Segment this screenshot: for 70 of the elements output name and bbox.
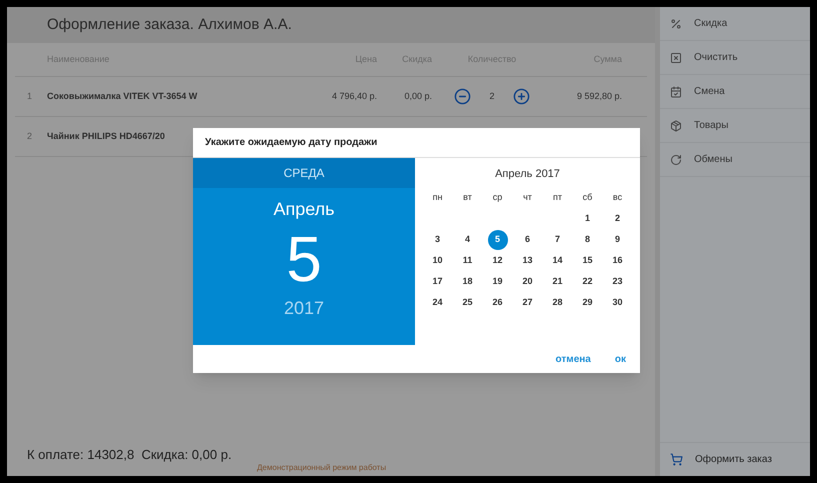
plus-icon [512, 88, 530, 105]
demo-mode-note: Демонстрационный режим работы [257, 462, 386, 474]
calendar-day[interactable]: 10 [428, 250, 448, 270]
weekday-header: чт [522, 191, 533, 204]
month-label: Апрель [273, 198, 335, 221]
sum-cell-text: 9 592,80 р. [576, 90, 622, 103]
calendar-day[interactable]: 28 [548, 292, 568, 312]
calendar-icon [670, 86, 682, 98]
percent-icon [670, 18, 682, 30]
calendar-day[interactable]: 13 [518, 250, 538, 270]
discount-cell-text: 0,00 р. [403, 90, 432, 103]
row-number: 1 [26, 90, 34, 103]
dialog-title: Укажите ожидаемую дату продажи [205, 136, 378, 150]
minus-icon [454, 88, 472, 105]
calendar-day[interactable]: 25 [458, 292, 478, 312]
calendar-day[interactable]: 21 [548, 272, 568, 292]
row-number: 2 [26, 130, 34, 143]
product-name: Чайник PHILIPS HD4667/20 [47, 130, 165, 141]
calendar-day[interactable]: 22 [578, 272, 598, 292]
sidebar-item[interactable]: Скидка [660, 7, 810, 41]
calendar-day[interactable]: 15 [578, 250, 598, 270]
weekday-header: пт [552, 191, 563, 204]
calendar-day[interactable]: 26 [488, 292, 508, 312]
calendar-day[interactable]: 9 [608, 230, 628, 250]
calendar-day[interactable]: 11 [458, 250, 478, 270]
checkout-button[interactable]: Оформить заказ [660, 442, 810, 476]
calendar-day[interactable]: 23 [608, 272, 628, 292]
product-name: Соковыжималка VITEK VT-3654 W [47, 90, 198, 101]
calendar-day[interactable]: 19 [488, 272, 508, 292]
calendar-day[interactable]: 7 [548, 230, 568, 250]
weekday-header: сб [582, 191, 594, 204]
calendar-day[interactable]: 1 [578, 208, 598, 228]
calendar-day[interactable]: 17 [428, 272, 448, 292]
calendar-day[interactable]: 2 [608, 208, 628, 228]
sidebar-item[interactable]: Обмены [660, 143, 810, 177]
close-box-icon [670, 52, 682, 64]
decrease-button[interactable] [454, 88, 472, 105]
calendar-month-title: Апрель 2017 [495, 167, 560, 182]
cart-icon [670, 453, 683, 466]
calendar-day[interactable]: 18 [458, 272, 478, 292]
weekday-header: вт [462, 191, 473, 204]
calendar-day[interactable]: 4 [458, 230, 478, 250]
price-cell-text: 4 796,40 р. [330, 90, 377, 103]
calendar-day[interactable]: 30 [608, 292, 628, 312]
calendar-day[interactable]: 12 [488, 250, 508, 270]
calendar-day[interactable]: 29 [578, 292, 598, 312]
calendar-day[interactable]: 20 [518, 272, 538, 292]
page-title: Оформление заказа. Алхимов А.А. [47, 14, 292, 35]
year-label: 2017 [284, 297, 324, 320]
calendar-day[interactable]: 27 [518, 292, 538, 312]
calendar-day[interactable]: 16 [608, 250, 628, 270]
weekday-header: вс [612, 191, 624, 204]
sidebar-item[interactable]: Товары [660, 109, 810, 143]
total-text: К оплате: 14302,8 Скидка: 0,00 р. [27, 446, 232, 464]
calendar-day[interactable]: 8 [578, 230, 598, 250]
sidebar-item[interactable]: Очистить [660, 41, 810, 75]
calendar-day[interactable]: 14 [548, 250, 568, 270]
increase-button[interactable] [512, 88, 530, 105]
weekday-header: ср [492, 191, 504, 204]
quantity-value: 2 [489, 90, 494, 103]
calendar-day[interactable]: 24 [428, 292, 448, 312]
weekday-header: пн [432, 191, 444, 204]
box-icon [670, 120, 682, 132]
calendar-day[interactable]: 6 [518, 230, 538, 250]
weekday-label: СРЕДА [284, 165, 324, 182]
refresh-icon [670, 154, 682, 166]
calendar-day[interactable]: 3 [428, 230, 448, 250]
sidebar-item[interactable]: Смена [660, 75, 810, 109]
day-label: 5 [286, 223, 322, 295]
calendar-day[interactable]: 5 [488, 230, 508, 250]
